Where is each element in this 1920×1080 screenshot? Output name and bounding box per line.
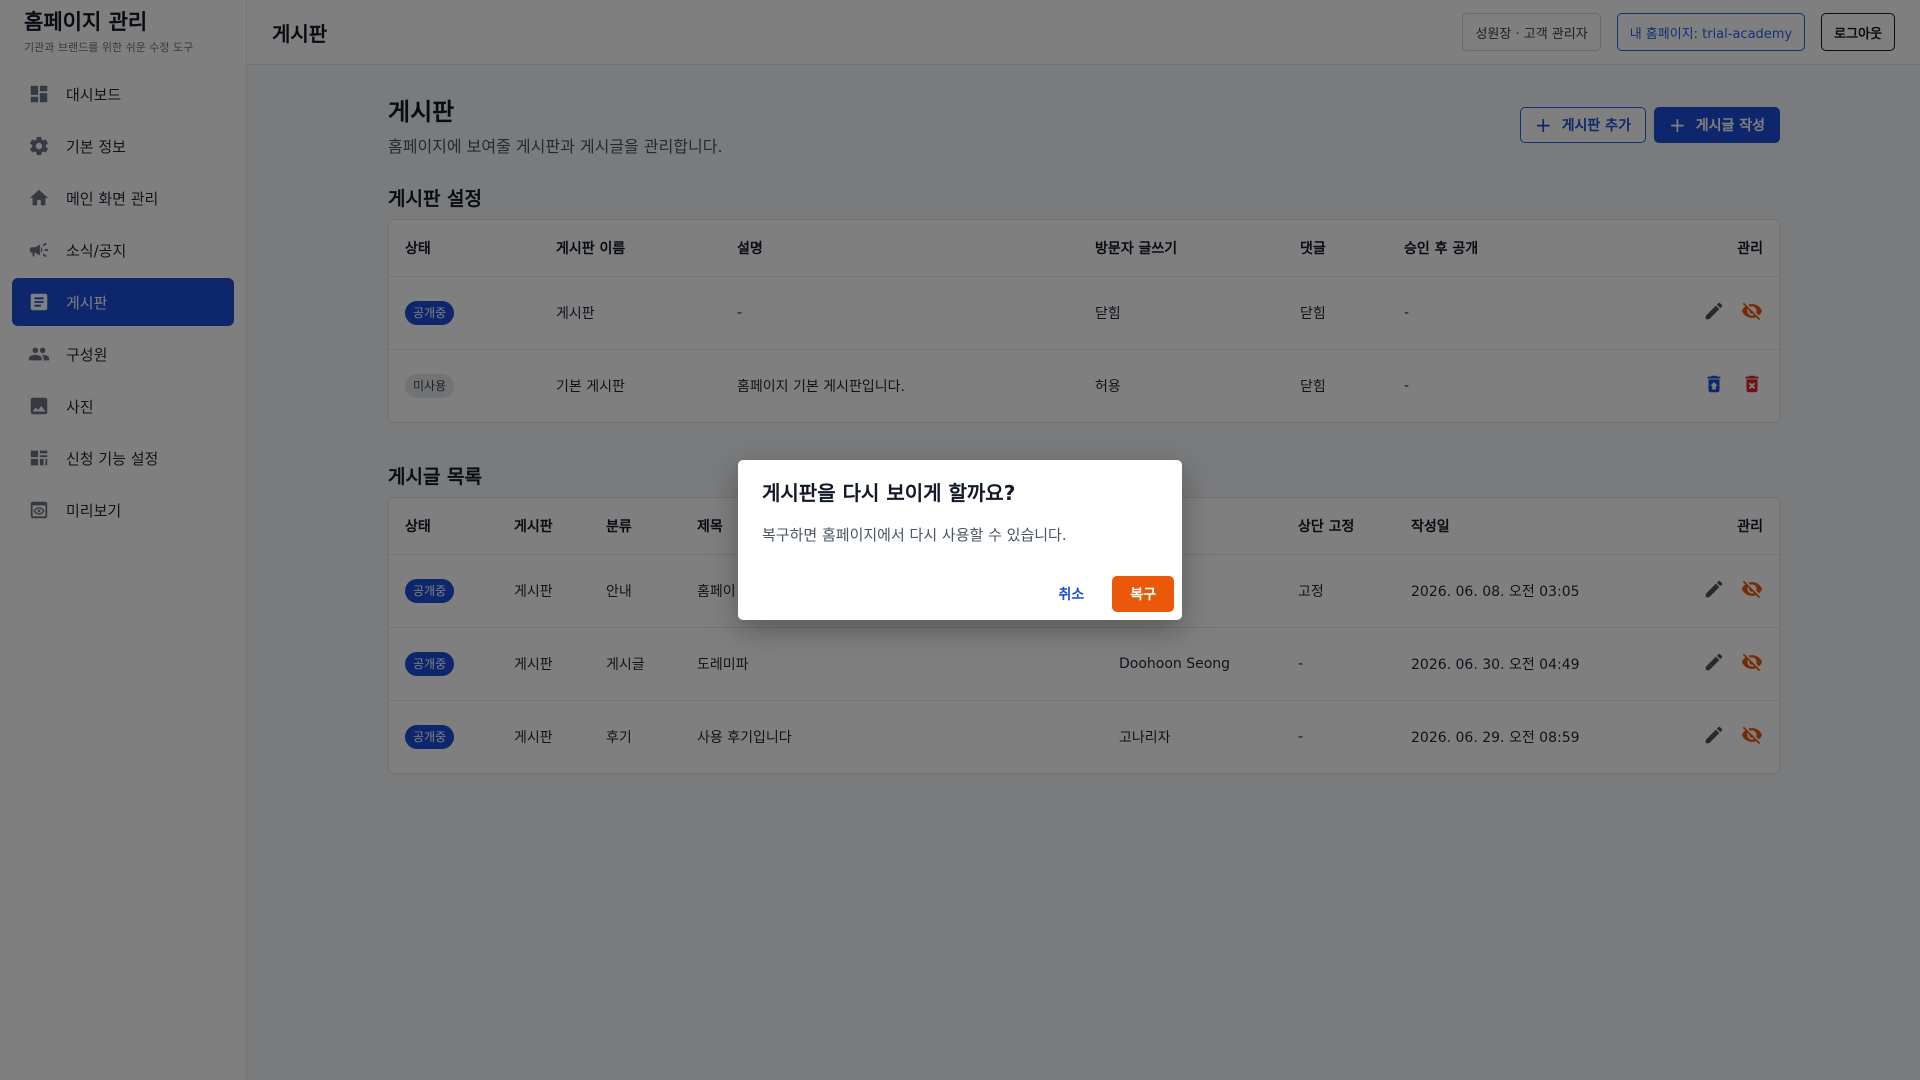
cancel-button[interactable]: 취소: [1046, 576, 1096, 612]
restore-board-dialog: 게시판을 다시 보이게 할까요? 복구하면 홈페이지에서 다시 사용할 수 있습…: [738, 460, 1182, 620]
dialog-title: 게시판을 다시 보이게 할까요?: [762, 481, 1016, 505]
restore-button[interactable]: 복구: [1112, 576, 1174, 612]
dialog-message: 복구하면 홈페이지에서 다시 사용할 수 있습니다.: [762, 526, 1067, 544]
dialog-actions: 취소 복구: [1046, 576, 1174, 612]
